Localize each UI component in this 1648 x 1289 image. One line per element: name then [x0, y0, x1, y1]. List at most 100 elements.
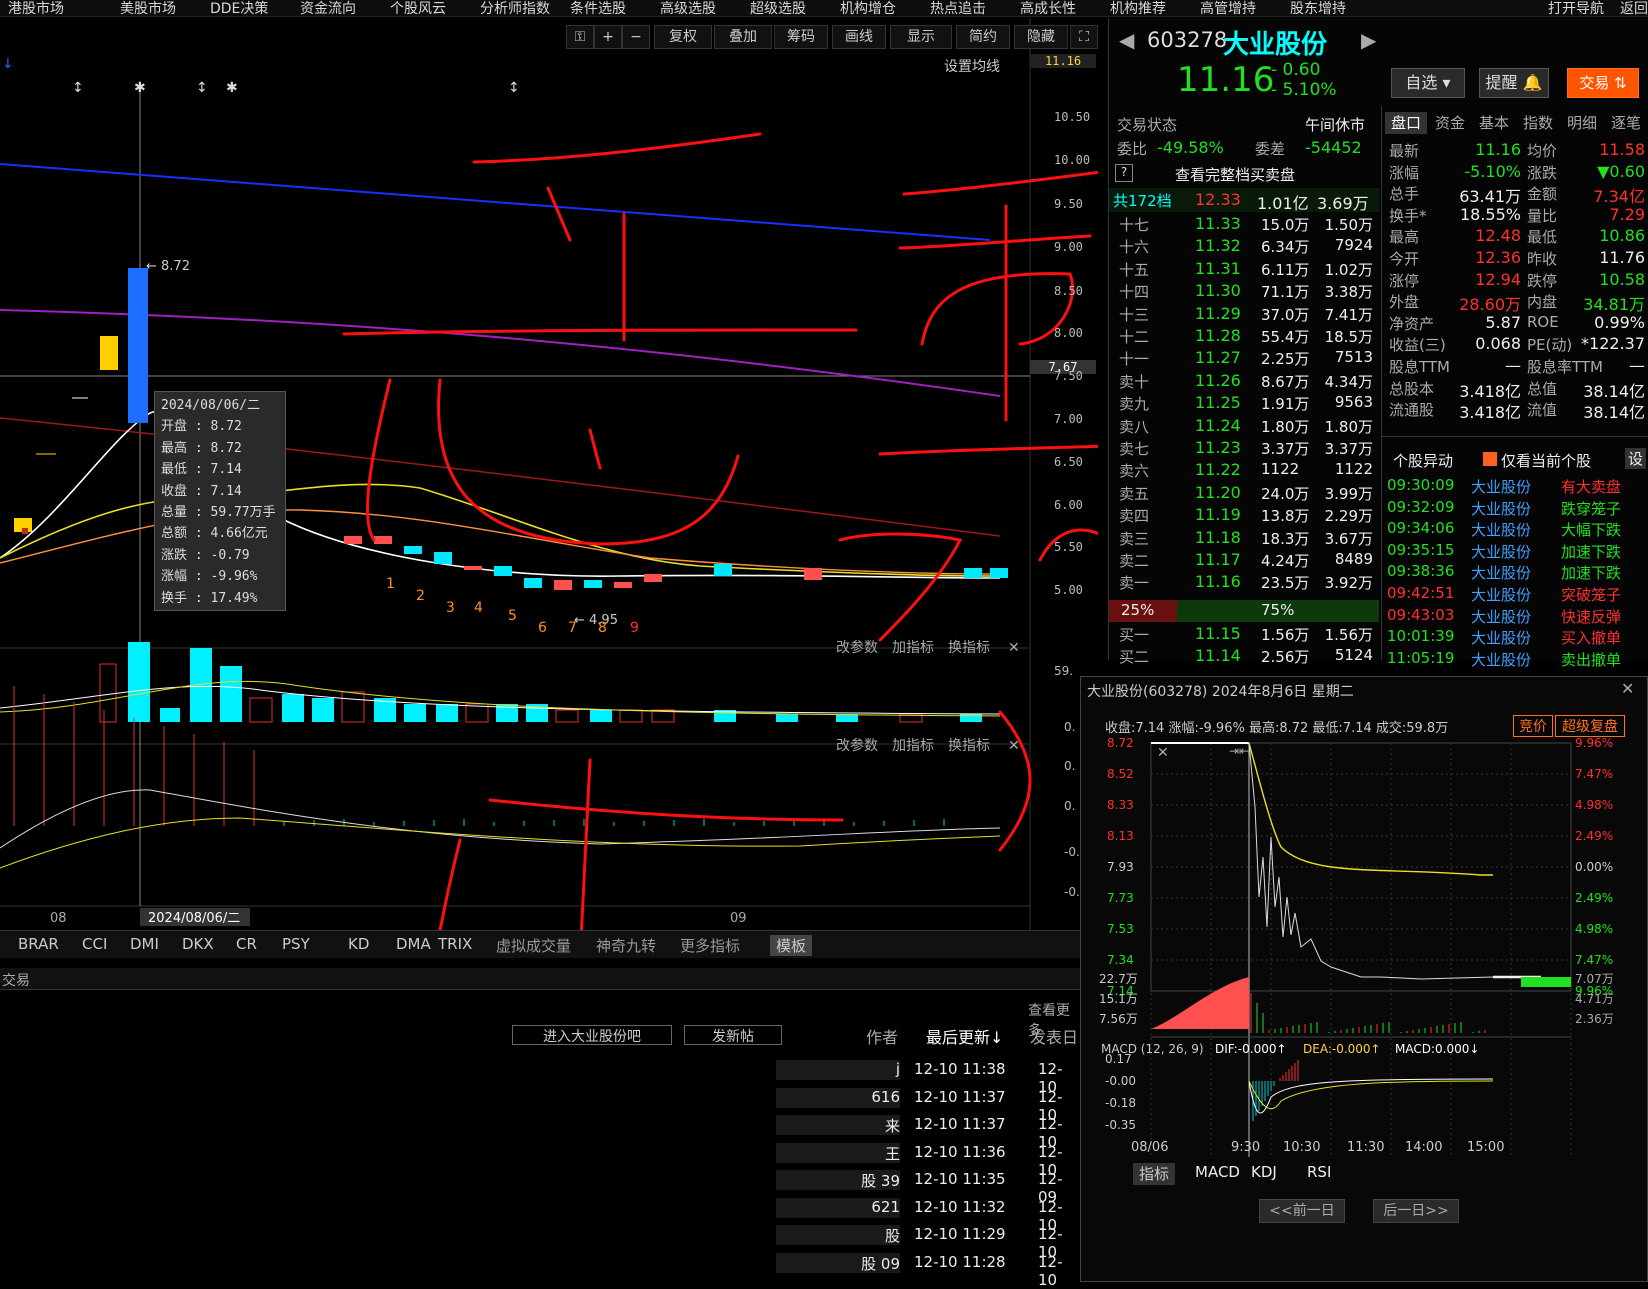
next-day-button[interactable]: 后一日>>	[1373, 1199, 1459, 1223]
next-stock-icon[interactable]: ▶	[1361, 28, 1376, 52]
nav-item-15[interactable]: 打开导航	[1548, 0, 1604, 16]
indicator-tab-10[interactable]: 神奇九转	[596, 935, 656, 956]
volume-bar	[776, 714, 798, 722]
toolbar-button-6[interactable]: 隐藏	[1014, 25, 1068, 49]
subwin-tab-3[interactable]: RSI	[1301, 1163, 1337, 1185]
toolbar-button-1[interactable]: 叠加	[714, 25, 772, 49]
prev-day-button[interactable]: <<前一日	[1259, 1199, 1345, 1223]
anomaly-stock[interactable]: 大业股份	[1471, 606, 1531, 627]
nav-item-1[interactable]: 美股市场	[120, 0, 176, 16]
info-tab-5[interactable]: 逐笔	[1605, 112, 1647, 134]
info-tab-0[interactable]: 盘口	[1385, 112, 1427, 134]
nav-item-6[interactable]: 条件选股	[570, 0, 626, 16]
nav-item-4[interactable]: 个股风云	[390, 0, 446, 16]
ask-volume: 37.0万	[1261, 305, 1310, 324]
handwriting-stroke	[838, 532, 963, 642]
zoom-out-icon[interactable]: −	[622, 25, 650, 49]
forum-tab[interactable]: 交易	[2, 970, 30, 990]
indicator-tab-12[interactable]: 模板	[770, 935, 813, 956]
zoom-in-icon[interactable]: +	[594, 25, 622, 49]
lock-icon[interactable]: ⚿	[566, 25, 594, 49]
subwin-tab-1[interactable]: MACD	[1189, 1163, 1246, 1185]
forum-col-header[interactable]: 作者	[866, 1024, 898, 1048]
toolbar-button-0[interactable]: 复权	[654, 25, 712, 49]
prev-stock-icon[interactable]: ◀	[1119, 28, 1134, 52]
anomaly-stock[interactable]: 大业股份	[1471, 584, 1531, 605]
anomaly-stock[interactable]: 大业股份	[1471, 541, 1531, 562]
subwin-tab-0[interactable]: 指标	[1133, 1163, 1176, 1185]
price-axis-label: 6.50	[1054, 455, 1083, 469]
panel-button: 换指标	[948, 639, 990, 656]
enter-forum-button[interactable]: 进入大业股份吧	[512, 1025, 672, 1045]
intraday-right-axis: 0.00%	[1575, 860, 1613, 874]
quote-value: 10.58	[1599, 269, 1645, 289]
indicator-tab-1[interactable]: CCI	[82, 935, 107, 953]
toolbar-button-2[interactable]: 筹码	[774, 25, 828, 49]
info-tab-4[interactable]: 明细	[1561, 112, 1603, 134]
indicator-tab-11[interactable]: 更多指标	[680, 935, 740, 956]
nav-item-9[interactable]: 机构增仓	[840, 0, 896, 16]
nav-item-11[interactable]: 高成长性	[1020, 0, 1076, 16]
anomaly-time: 09:34:06	[1387, 519, 1455, 538]
full-book-link[interactable]: 查看完整档买卖盘	[1175, 164, 1295, 185]
indicator-tab-6[interactable]: KD	[348, 935, 369, 953]
alert-button[interactable]: 提醒 🔔	[1479, 68, 1549, 98]
anomaly-stock[interactable]: 大业股份	[1471, 649, 1531, 670]
trade-button[interactable]: 交易 ⇅	[1567, 68, 1639, 98]
help-icon[interactable]: ?	[1115, 164, 1133, 182]
order-ratio-label: 委比	[1117, 140, 1148, 158]
auction-button[interactable]: 竞价	[1513, 715, 1553, 737]
forum-col-header[interactable]: 最后更新↓	[926, 1024, 1003, 1048]
info-tab-3[interactable]: 指数	[1517, 112, 1559, 134]
nav-item-13[interactable]: 高管增持	[1200, 0, 1256, 16]
nav-item-2[interactable]: DDE决策	[210, 0, 268, 16]
subwin-close-icon[interactable]: ✕	[1621, 679, 1634, 698]
anomaly-stock[interactable]: 大业股份	[1471, 498, 1531, 519]
nav-item-10[interactable]: 热点追击	[930, 0, 986, 16]
nav-item-0[interactable]: 港股市场	[8, 0, 64, 16]
indicator-tab-8[interactable]: TRIX	[438, 935, 472, 953]
quote-value: 11.16	[1475, 140, 1521, 159]
volume-right-axis: 7.07万	[1575, 972, 1614, 986]
indicator-tab-3[interactable]: DKX	[182, 935, 214, 953]
nav-item-14[interactable]: 股东增持	[1290, 0, 1346, 16]
nav-item-7[interactable]: 高级选股	[660, 0, 716, 16]
toolbar-button-3[interactable]: 画线	[832, 25, 886, 49]
macd-axis: 0.17	[1105, 1052, 1132, 1066]
forum-col-header[interactable]: 发表日	[1030, 1024, 1078, 1048]
indicator-tab-7[interactable]: DMA	[396, 935, 431, 953]
tooltip-value: 7.14	[210, 462, 242, 478]
indicator-tab-0[interactable]: BRAR	[18, 935, 59, 953]
new-post-button[interactable]: 发新帖	[684, 1025, 782, 1045]
ask-level: 卖二	[1119, 552, 1150, 570]
nav-item-3[interactable]: 资金流向	[300, 0, 356, 16]
replay-button[interactable]: 超级复盘	[1555, 715, 1625, 737]
toolbar-button-5[interactable]: 简约	[956, 25, 1010, 49]
indicator-tab-4[interactable]: CR	[236, 935, 257, 953]
nav-item-16[interactable]: 返回	[1620, 0, 1648, 16]
anomaly-stock[interactable]: 大业股份	[1471, 627, 1531, 648]
info-tab-1[interactable]: 资金	[1429, 112, 1471, 134]
anomaly-settings-button[interactable]: 设	[1625, 448, 1647, 469]
indicator-tab-5[interactable]: PSY	[282, 935, 310, 953]
indicator-tab-9[interactable]: 虚拟成交量	[496, 935, 571, 956]
nav-item-8[interactable]: 超级选股	[750, 0, 806, 16]
ask-price: 11.28	[1195, 326, 1241, 345]
macd-axis-label: -0.	[1064, 885, 1080, 899]
info-tab-2[interactable]: 基本	[1473, 112, 1515, 134]
subwin-tab-2[interactable]: KDJ	[1245, 1163, 1283, 1185]
anomaly-stock[interactable]: 大业股份	[1471, 519, 1531, 540]
nine-turn-number: 1	[386, 576, 395, 592]
watchlist-button[interactable]: 自选 ▾	[1391, 68, 1465, 98]
anomaly-stock[interactable]: 大业股份	[1471, 476, 1531, 497]
nav-item-12[interactable]: 机构推荐	[1110, 0, 1166, 16]
checkbox-checked-icon[interactable]	[1483, 452, 1497, 466]
tooltip-value: -9.96%	[210, 569, 258, 585]
fullscreen-icon[interactable]: ⛶	[1070, 25, 1098, 49]
indicator-tab-2[interactable]: DMI	[130, 935, 159, 953]
nav-item-5[interactable]: 分析师指数	[480, 0, 550, 16]
toolbar-button-4[interactable]: 显示	[890, 25, 952, 49]
ma-setting-button[interactable]: 设置均线	[944, 56, 1000, 76]
ask-level: 十五	[1119, 260, 1150, 279]
anomaly-stock[interactable]: 大业股份	[1471, 562, 1531, 583]
